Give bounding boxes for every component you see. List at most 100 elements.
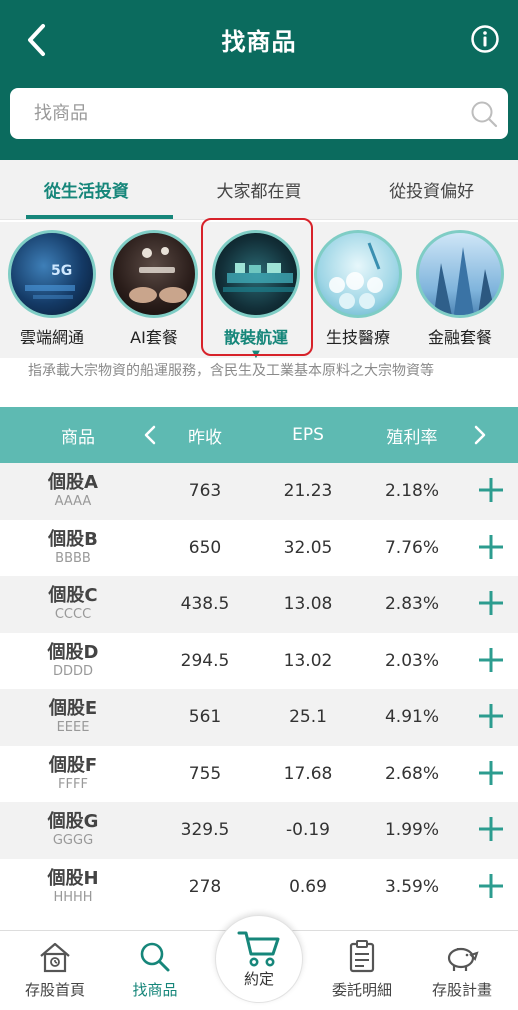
stock-name: 個股A [48,472,98,493]
chevron-left-icon [144,425,156,445]
stock-code: DDDD [52,663,94,679]
search-input[interactable] [34,88,454,139]
tab-popular[interactable]: 大家都在買 [173,160,346,219]
prev-close-value: 755 [188,763,222,784]
add-plus-icon[interactable] [476,701,506,731]
nav-label: 委託明細 [331,981,392,999]
category-label: 生技醫療 [325,328,390,347]
cart-icon [237,931,280,967]
table-row[interactable]: 個股D DDDD 294.5 13.02 2.03% [0,632,518,689]
table-row[interactable]: 個股C CCCC 438.5 13.08 2.83% [0,576,518,633]
finance-buildings-image [416,230,504,318]
prev-close-value: 278 [188,876,222,897]
prev-close-value: 763 [188,481,222,501]
add-plus-icon[interactable] [476,532,506,562]
category-ai[interactable]: AI套餐 [104,230,204,348]
stock-code: AAAA [54,494,92,509]
yield-value: 2.68% [384,763,439,784]
yield-value: 7.76% [384,537,439,558]
stock-table: 個股A AAAA 763 21.23 2.18% 個股B BBBB 650 32.0… [0,463,518,915]
add-plus-icon[interactable] [476,871,506,901]
prev-close-value: 561 [188,707,222,727]
nav-label: 找商品 [132,981,178,999]
tab-life-invest[interactable]: 從生活投資 [0,160,173,219]
prev-close-value: 438.5 [180,594,230,614]
category-cloud[interactable]: 5G 雲端網通 [2,230,102,348]
tab-bar: 從生活投資 大家都在買 從投資偏好 [0,160,518,220]
clipboard-icon [349,940,375,973]
table-row[interactable]: 個股H HHHH 278 0.69 3.59% [0,858,518,915]
eps-value: 13.02 [283,650,333,671]
yield-value: 2.18% [384,481,439,501]
yield-value: 4.91% [384,707,439,727]
category-biotech[interactable]: 生技醫療 [308,230,408,348]
stock-name: 個股E [48,698,98,719]
column-header-prev-close: 昨收 [188,427,222,448]
stock-name: 個股D [47,641,99,663]
table-row[interactable]: 個股F FFFF 755 17.68 2.68% [0,745,518,802]
search-icon[interactable] [470,100,498,128]
column-header-eps: EPS [292,425,324,445]
stock-name: 個股G [47,811,99,832]
add-plus-icon[interactable] [476,588,506,618]
stock-code: EEEE [56,720,90,735]
stock-code: CCCC [54,607,92,622]
stock-code: FFFF [58,776,88,792]
ai-chat-image [110,230,198,318]
nav-agreement-cart-button[interactable]: 約定 [215,915,303,1003]
page-title: 找商品 [221,28,297,56]
next-columns-button[interactable] [464,407,496,463]
eps-value: -0.19 [286,820,330,840]
category-label: AI套餐 [130,328,178,347]
yield-value: 3.59% [384,876,439,897]
add-plus-icon[interactable] [476,645,506,675]
eps-value: 0.69 [289,876,327,897]
add-plus-icon[interactable] [476,814,506,844]
eps-value: 32.05 [283,537,333,558]
selected-category-highlight [201,218,313,356]
yield-value: 2.03% [384,650,439,671]
nav-savings-plan[interactable]: 存股計畫 [412,939,512,1000]
stock-name: 個股H [47,867,99,889]
cloud-5g-image: 5G [8,230,96,318]
table-row[interactable]: 個股B BBBB 650 32.05 7.76% [0,519,518,576]
info-button[interactable] [470,24,500,54]
table-row[interactable]: 個股E EEEE 561 25.1 4.91% [0,689,518,746]
tab-preference[interactable]: 從投資偏好 [345,160,518,219]
chevron-right-icon [474,425,486,445]
prev-close-value: 329.5 [180,820,230,840]
prev-close-value: 650 [188,537,222,558]
column-header-yield: 殖利率 [386,427,438,448]
category-label: 金融套餐 [427,328,492,347]
stock-code: HHHH [53,889,93,905]
table-header: 商品 昨收 EPS 殖利率 [0,407,518,463]
nav-label: 約定 [243,970,274,988]
add-plus-icon[interactable] [476,475,506,505]
eps-value: 21.23 [283,481,333,501]
search-box [10,88,508,139]
yield-value: 2.83% [384,594,439,614]
stock-name: 個股C [48,585,98,606]
category-carousel: 5G 雲端網通 AI套餐 散裝航運 ▼ 生技醫療 金融套餐 [0,218,518,360]
svg-text:5G: 5G [51,263,72,279]
stock-name: 個股F [48,754,98,776]
yield-value: 1.99% [384,820,439,840]
nav-order-details[interactable]: 委託明細 [312,939,412,1000]
nav-home[interactable]: 存股首頁 [5,939,105,1000]
search-icon [140,942,170,972]
prev-close-value: 294.5 [180,650,230,671]
piggy-bank-icon [447,947,479,971]
nav-label: 存股計畫 [431,981,492,999]
category-finance[interactable]: 金融套餐 [410,230,510,348]
category-label: 雲端網通 [19,328,84,347]
add-plus-icon[interactable] [476,758,506,788]
home-icon [40,942,70,973]
category-description: 指承載大宗物資的船運服務，含民生及工業基本原料之大宗物資等 [28,363,434,379]
nav-find-products[interactable]: 找商品 [105,939,205,1000]
eps-value: 25.1 [289,707,327,727]
table-row[interactable]: 個股A AAAA 763 21.23 2.18% [0,463,518,520]
biotech-image [314,230,402,318]
table-row[interactable]: 個股G GGGG 329.5 -0.19 1.99% [0,802,518,859]
column-header-product: 商品 [61,427,95,448]
stock-code: BBBB [55,550,91,566]
